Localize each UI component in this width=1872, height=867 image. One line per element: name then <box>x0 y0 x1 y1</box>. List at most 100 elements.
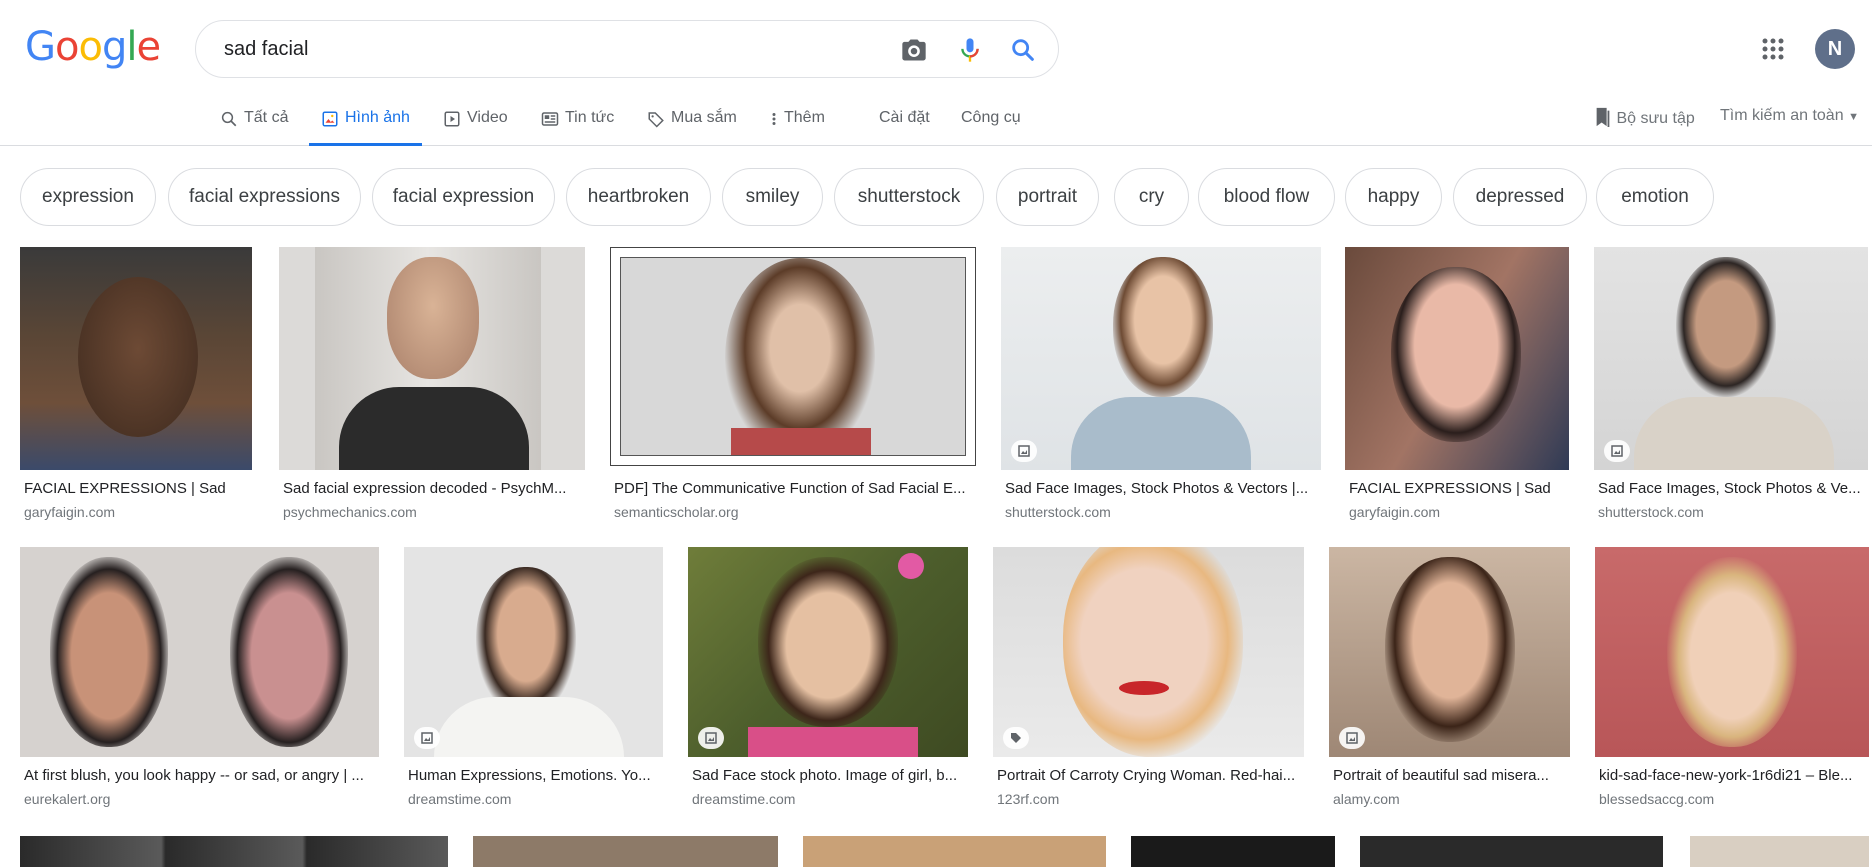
result-title[interactable]: Portrait of beautiful sad misera... <box>1333 767 1570 784</box>
tab-more[interactable]: Thêm <box>770 105 825 146</box>
result-title[interactable]: FACIAL EXPRESSIONS | Sad <box>24 480 250 497</box>
camera-icon[interactable] <box>900 36 928 64</box>
tab-images[interactable]: Hình ảnh <box>309 105 422 146</box>
image-badge-icon <box>1011 440 1037 462</box>
result-source[interactable]: dreamstime.com <box>408 791 511 807</box>
tab-news[interactable]: Tin tức <box>541 105 614 146</box>
image-badge-icon <box>414 727 440 749</box>
tab-video[interactable]: Video <box>443 105 508 146</box>
result-title[interactable]: Portrait Of Carroty Crying Woman. Red-ha… <box>997 767 1304 784</box>
result-thumbnail[interactable] <box>20 547 379 757</box>
result-title[interactable]: Sad Face stock photo. Image of girl, b..… <box>692 767 968 784</box>
result-source[interactable]: psychmechanics.com <box>283 504 417 520</box>
image-result-partial[interactable] <box>1131 836 1335 867</box>
chip[interactable]: heartbroken <box>566 168 711 226</box>
tab-settings[interactable]: Cài đặt <box>879 105 930 146</box>
image-result[interactable]: kid-sad-face-new-york-1r6di21 – Ble... b… <box>1595 547 1869 827</box>
image-result[interactable]: Sad Face Images, Stock Photos & Ve... sh… <box>1594 247 1868 527</box>
chip[interactable]: depressed <box>1453 168 1587 226</box>
safe-search-dropdown[interactable]: Tìm kiếm an toàn ▼ <box>1720 107 1859 125</box>
image-result[interactable]: Human Expressions, Emotions. Yo... dream… <box>404 547 663 827</box>
result-source[interactable]: shutterstock.com <box>1598 504 1704 520</box>
image-result[interactable]: Sad Face stock photo. Image of girl, b..… <box>688 547 968 827</box>
result-source[interactable]: eurekalert.org <box>24 791 110 807</box>
result-thumbnail[interactable] <box>993 547 1304 757</box>
search-icon[interactable] <box>1009 36 1037 64</box>
chip[interactable]: smiley <box>722 168 823 226</box>
tag-icon <box>1003 727 1029 749</box>
google-logo[interactable]: Google <box>25 24 161 70</box>
image-result[interactable]: FACIAL EXPRESSIONS | Sad garyfaigin.com <box>20 247 252 527</box>
chip[interactable]: portrait <box>996 168 1099 226</box>
result-title[interactable]: PDF] The Communicative Function of Sad F… <box>614 480 976 497</box>
image-result[interactable]: At first blush, you look happy -- or sad… <box>20 547 379 827</box>
result-thumbnail[interactable] <box>610 247 976 466</box>
result-source[interactable]: blessedsaccg.com <box>1599 791 1714 807</box>
chip[interactable]: emotion <box>1596 168 1714 226</box>
tab-label: Tin tức <box>565 109 615 126</box>
chip[interactable]: cry <box>1114 168 1189 226</box>
result-title[interactable]: Sad Face Images, Stock Photos & Vectors … <box>1005 480 1321 497</box>
chip[interactable]: expression <box>20 168 156 226</box>
image-result-partial[interactable] <box>473 836 778 867</box>
result-thumbnail[interactable] <box>279 247 585 470</box>
result-thumbnail[interactable] <box>1001 247 1321 470</box>
result-source[interactable]: semanticscholar.org <box>614 504 739 520</box>
apps-grid-icon[interactable] <box>1762 38 1784 60</box>
tab-label: Cài đặt <box>879 109 930 126</box>
result-title[interactable]: Sad facial expression decoded - PsychM..… <box>283 480 579 497</box>
image-result-partial[interactable] <box>1690 836 1869 867</box>
search-box <box>195 20 1059 78</box>
image-badge-icon <box>698 727 724 749</box>
result-title[interactable]: FACIAL EXPRESSIONS | Sad <box>1349 480 1569 497</box>
image-result[interactable]: PDF] The Communicative Function of Sad F… <box>610 247 976 527</box>
image-result-partial[interactable] <box>20 836 448 867</box>
account-avatar[interactable]: N <box>1815 29 1855 69</box>
chip[interactable]: shutterstock <box>834 168 984 226</box>
result-thumbnail[interactable] <box>1595 547 1869 757</box>
chip[interactable]: facial expression <box>372 168 555 226</box>
result-source[interactable]: shutterstock.com <box>1005 504 1111 520</box>
result-title[interactable]: Human Expressions, Emotions. Yo... <box>408 767 663 784</box>
result-source[interactable]: garyfaigin.com <box>1349 504 1440 520</box>
search-icon <box>221 111 237 127</box>
search-input[interactable] <box>222 21 862 77</box>
collections-link[interactable]: Bộ sưu tập <box>1594 107 1695 128</box>
chip[interactable]: happy <box>1345 168 1442 226</box>
tab-label: Tất cả <box>244 109 289 126</box>
result-thumbnail[interactable] <box>1594 247 1868 470</box>
result-source[interactable]: 123rf.com <box>997 791 1059 807</box>
bookmark-icon <box>1596 107 1610 127</box>
result-thumbnail[interactable] <box>20 247 252 470</box>
microphone-icon[interactable] <box>956 36 984 64</box>
chip[interactable]: blood flow <box>1198 168 1335 226</box>
tab-shopping[interactable]: Mua sắm <box>647 105 737 146</box>
tab-all[interactable]: Tất cả <box>220 105 288 146</box>
result-thumbnail[interactable] <box>404 547 663 757</box>
image-result[interactable]: Sad facial expression decoded - PsychM..… <box>279 247 585 527</box>
tab-label: Video <box>467 109 508 126</box>
more-vert-icon <box>772 113 776 125</box>
result-source[interactable]: alamy.com <box>1333 791 1400 807</box>
image-result-partial[interactable] <box>803 836 1106 867</box>
image-result-partial[interactable] <box>1360 836 1663 867</box>
result-title[interactable]: Sad Face Images, Stock Photos & Ve... <box>1598 480 1868 497</box>
tab-label: Công cụ <box>961 109 1021 126</box>
result-thumbnail[interactable] <box>1329 547 1570 757</box>
image-icon <box>322 111 338 127</box>
result-thumbnail[interactable] <box>688 547 968 757</box>
image-badge-icon <box>1604 440 1630 462</box>
result-title[interactable]: kid-sad-face-new-york-1r6di21 – Ble... <box>1599 767 1869 784</box>
safe-search-label: Tìm kiếm an toàn <box>1720 107 1844 124</box>
result-source[interactable]: dreamstime.com <box>692 791 795 807</box>
result-source[interactable]: garyfaigin.com <box>24 504 115 520</box>
chip[interactable]: facial expressions <box>168 168 361 226</box>
image-result[interactable]: Sad Face Images, Stock Photos & Vectors … <box>1001 247 1321 527</box>
tab-tools[interactable]: Công cụ <box>961 105 1021 146</box>
image-result[interactable]: FACIAL EXPRESSIONS | Sad garyfaigin.com <box>1345 247 1569 527</box>
image-result[interactable]: Portrait Of Carroty Crying Woman. Red-ha… <box>993 547 1304 827</box>
result-title[interactable]: At first blush, you look happy -- or sad… <box>24 767 379 784</box>
tab-label: Mua sắm <box>671 109 737 126</box>
result-thumbnail[interactable] <box>1345 247 1569 470</box>
image-result[interactable]: Portrait of beautiful sad misera... alam… <box>1329 547 1570 827</box>
